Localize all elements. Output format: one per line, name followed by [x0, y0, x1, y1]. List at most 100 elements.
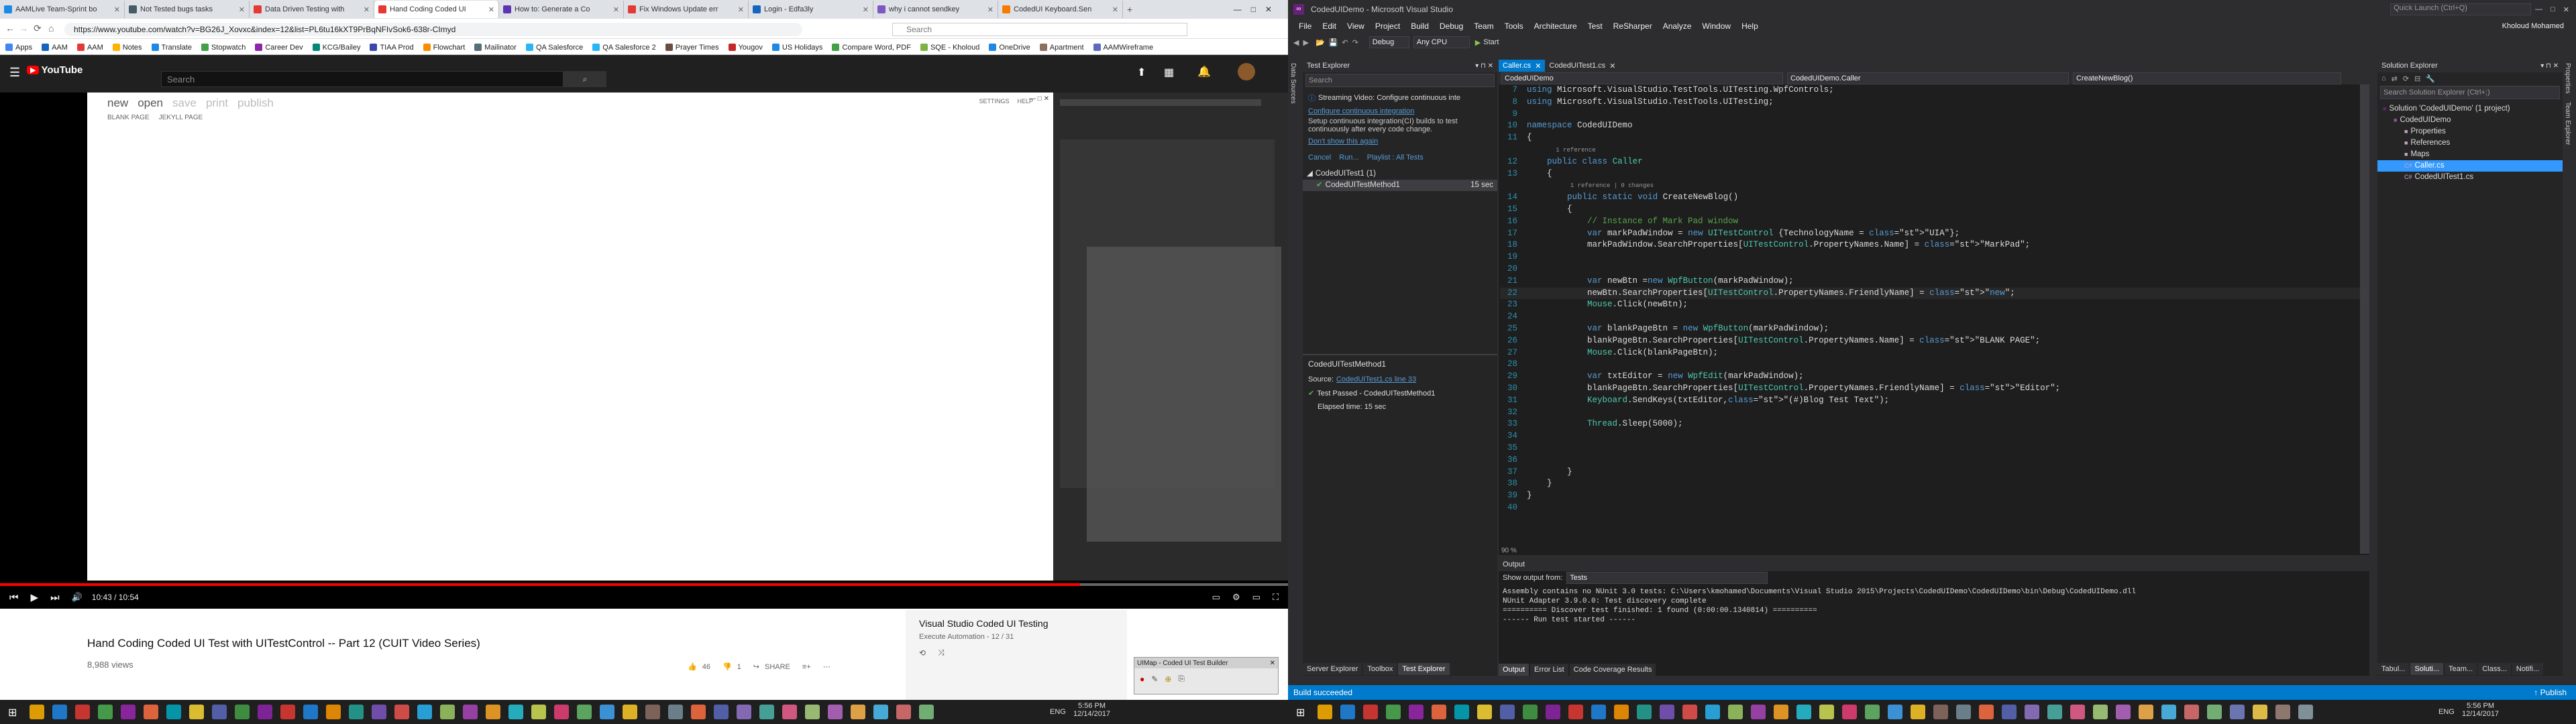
taskbar-app-icon[interactable] — [189, 705, 204, 719]
solution-tree-item[interactable]: ■ Solution 'CodedUIDemo' (1 project) — [2377, 103, 2563, 115]
apps-shortcut[interactable]: Apps — [5, 44, 32, 52]
output-source-dropdown[interactable]: Tests — [1566, 572, 1768, 584]
apps-icon[interactable]: ▦ — [1164, 66, 1174, 79]
taskbar-app-icon[interactable] — [645, 705, 660, 719]
vs-menu-item[interactable]: Architecture — [1529, 21, 1582, 31]
taskbar-app-icon[interactable] — [303, 705, 318, 719]
edit-steps-icon[interactable]: ✎ — [1151, 674, 1158, 684]
bookmark-item[interactable]: OneDrive — [989, 44, 1030, 52]
taskbar-app-icon[interactable] — [2275, 705, 2290, 719]
panel-tab[interactable]: Class... — [2478, 663, 2511, 675]
code-editor[interactable]: CodedUIDemo CodedUIDemo.Caller CreateNewBl… — [1499, 72, 2369, 555]
configure-ci-link[interactable]: Configure continuous integration — [1308, 107, 1492, 115]
close-tab-icon[interactable]: ✕ — [114, 5, 120, 14]
editor-tab[interactable]: Caller.cs ✕ — [1499, 60, 1546, 72]
test-search-input[interactable]: Search — [1305, 74, 1495, 87]
undo-icon[interactable]: ↶ — [1342, 38, 1348, 47]
taskbar-app-icon[interactable] — [2093, 705, 2108, 719]
bookmark-item[interactable]: US Holidays — [771, 44, 822, 52]
taskbar-app-icon[interactable] — [531, 705, 546, 719]
taskbar-app-icon[interactable] — [851, 705, 865, 719]
taskbar-app-icon[interactable] — [372, 705, 386, 719]
bookmark-item[interactable]: TIAA Prod — [370, 44, 414, 52]
youtube-logo[interactable]: ▶ YouTube — [27, 64, 83, 76]
taskbar-app-icon[interactable] — [2047, 705, 2062, 719]
taskbar-app-icon[interactable] — [440, 705, 455, 719]
start-button[interactable]: Start — [1483, 38, 1499, 46]
settings-gear-icon[interactable]: ⚙ — [1232, 592, 1240, 603]
upload-icon[interactable]: ⬆ — [1137, 66, 1146, 79]
vs-user-name[interactable]: Kholoud Mohamed — [2497, 22, 2569, 30]
taskbar-app-icon[interactable] — [1318, 705, 1332, 719]
close-icon[interactable]: ✕ — [2563, 5, 2569, 14]
taskbar-app-icon[interactable] — [1614, 705, 1629, 719]
input-language[interactable]: ENG — [1050, 708, 1066, 716]
test-item[interactable]: ✔ CodedUITestMethod1 15 sec — [1303, 180, 1497, 191]
refresh-icon[interactable]: ⟳ — [2403, 74, 2409, 83]
browser-tab[interactable]: Fix Windows Update err ✕ — [624, 1, 749, 18]
notification-bell-icon[interactable]: 🔔 — [1197, 65, 1211, 78]
taskbar-app-icon[interactable] — [1819, 705, 1834, 719]
vs-menu-item[interactable]: File — [1293, 21, 1317, 31]
bookmark-item[interactable]: Mailinator — [474, 44, 517, 52]
taskbar-app-icon[interactable] — [2161, 705, 2176, 719]
collapse-icon[interactable]: ◢ — [1307, 168, 1313, 180]
quick-launch-input[interactable]: Quick Launch (Ctrl+Q) — [2390, 3, 2532, 15]
taskbar-app-icon[interactable] — [98, 705, 113, 719]
output-tab[interactable]: Code Coverage Results — [1569, 664, 1656, 676]
solution-tree-item[interactable]: ■ Properties — [2377, 126, 2563, 137]
vs-menu-item[interactable]: View — [1342, 21, 1370, 31]
taskbar-app-icon[interactable] — [166, 705, 181, 719]
publish-button[interactable]: ↑ Publish — [2534, 688, 2567, 697]
taskbar-app-icon[interactable] — [258, 705, 272, 719]
test-action-link[interactable]: Cancel — [1308, 154, 1331, 162]
properties-icon[interactable]: 🔧 — [2426, 74, 2435, 83]
bookmark-item[interactable]: Translate — [151, 44, 192, 52]
close-tab-icon[interactable]: ✕ — [239, 5, 245, 14]
taskbar-app-icon[interactable] — [1591, 705, 1606, 719]
vs-menu-item[interactable]: Tools — [1499, 21, 1529, 31]
hamburger-menu-icon[interactable]: ☰ — [9, 66, 20, 80]
taskbar-app-icon[interactable] — [394, 705, 409, 719]
taskbar-app-icon[interactable] — [759, 705, 774, 719]
fullscreen-icon[interactable]: ⛶ — [1273, 592, 1279, 603]
windows-start-icon[interactable]: ⊞ — [1296, 706, 1305, 719]
taskbar-app-icon[interactable] — [2298, 705, 2313, 719]
editor-tab[interactable]: CodedUITest1.cs ✕ — [1545, 60, 1620, 72]
windows-start-icon[interactable]: ⊞ — [8, 706, 17, 719]
bookmark-item[interactable]: AAM — [76, 44, 103, 52]
back-icon[interactable]: ← — [5, 23, 15, 34]
taskbar-app-icon[interactable] — [828, 705, 843, 719]
taskbar-app-icon[interactable] — [919, 705, 934, 719]
taskbar-app-icon[interactable] — [554, 705, 569, 719]
data-sources-tab[interactable]: Data Sources — [1289, 59, 1297, 108]
taskbar-app-icon[interactable] — [1409, 705, 1424, 719]
close-tab-icon[interactable]: ✕ — [987, 5, 994, 14]
taskbar-app-icon[interactable] — [2139, 705, 2153, 719]
taskbar-app-icon[interactable] — [714, 705, 729, 719]
taskbar-app-icon[interactable] — [417, 705, 432, 719]
editor-scrollbar[interactable] — [2360, 84, 2369, 554]
taskbar-app-icon[interactable] — [30, 705, 44, 719]
home-icon[interactable]: ⌂ — [48, 23, 54, 34]
close-tab-icon[interactable]: ✕ — [863, 5, 869, 14]
taskbar-app-icon[interactable] — [1432, 705, 1446, 719]
close-tab-icon[interactable]: ✕ — [1112, 5, 1118, 14]
redo-icon[interactable]: ↷ — [1352, 38, 1358, 47]
taskbar-app-icon[interactable] — [52, 705, 67, 719]
vs-menu-item[interactable]: Build — [1405, 21, 1434, 31]
bookmark-item[interactable]: Career Dev — [255, 44, 303, 52]
taskbar-app-icon[interactable] — [1728, 705, 1743, 719]
panel-tab[interactable]: Test Explorer — [1398, 663, 1450, 675]
clock[interactable]: 5:56 PM 12/14/2017 — [2462, 702, 2499, 718]
taskbar-app-icon[interactable] — [691, 705, 706, 719]
taskbar-app-icon[interactable] — [1500, 705, 1515, 719]
output-tab[interactable]: Error List — [1530, 664, 1568, 676]
bookmark-item[interactable]: Prayer Times — [665, 44, 719, 52]
taskbar-app-icon[interactable] — [1865, 705, 1880, 719]
share-button[interactable]: SHARE — [765, 663, 790, 671]
taskbar-app-icon[interactable] — [896, 705, 911, 719]
taskbar-app-icon[interactable] — [463, 705, 478, 719]
vs-menu-item[interactable]: Help — [1736, 21, 1764, 31]
taskbar-app-icon[interactable] — [1774, 705, 1788, 719]
